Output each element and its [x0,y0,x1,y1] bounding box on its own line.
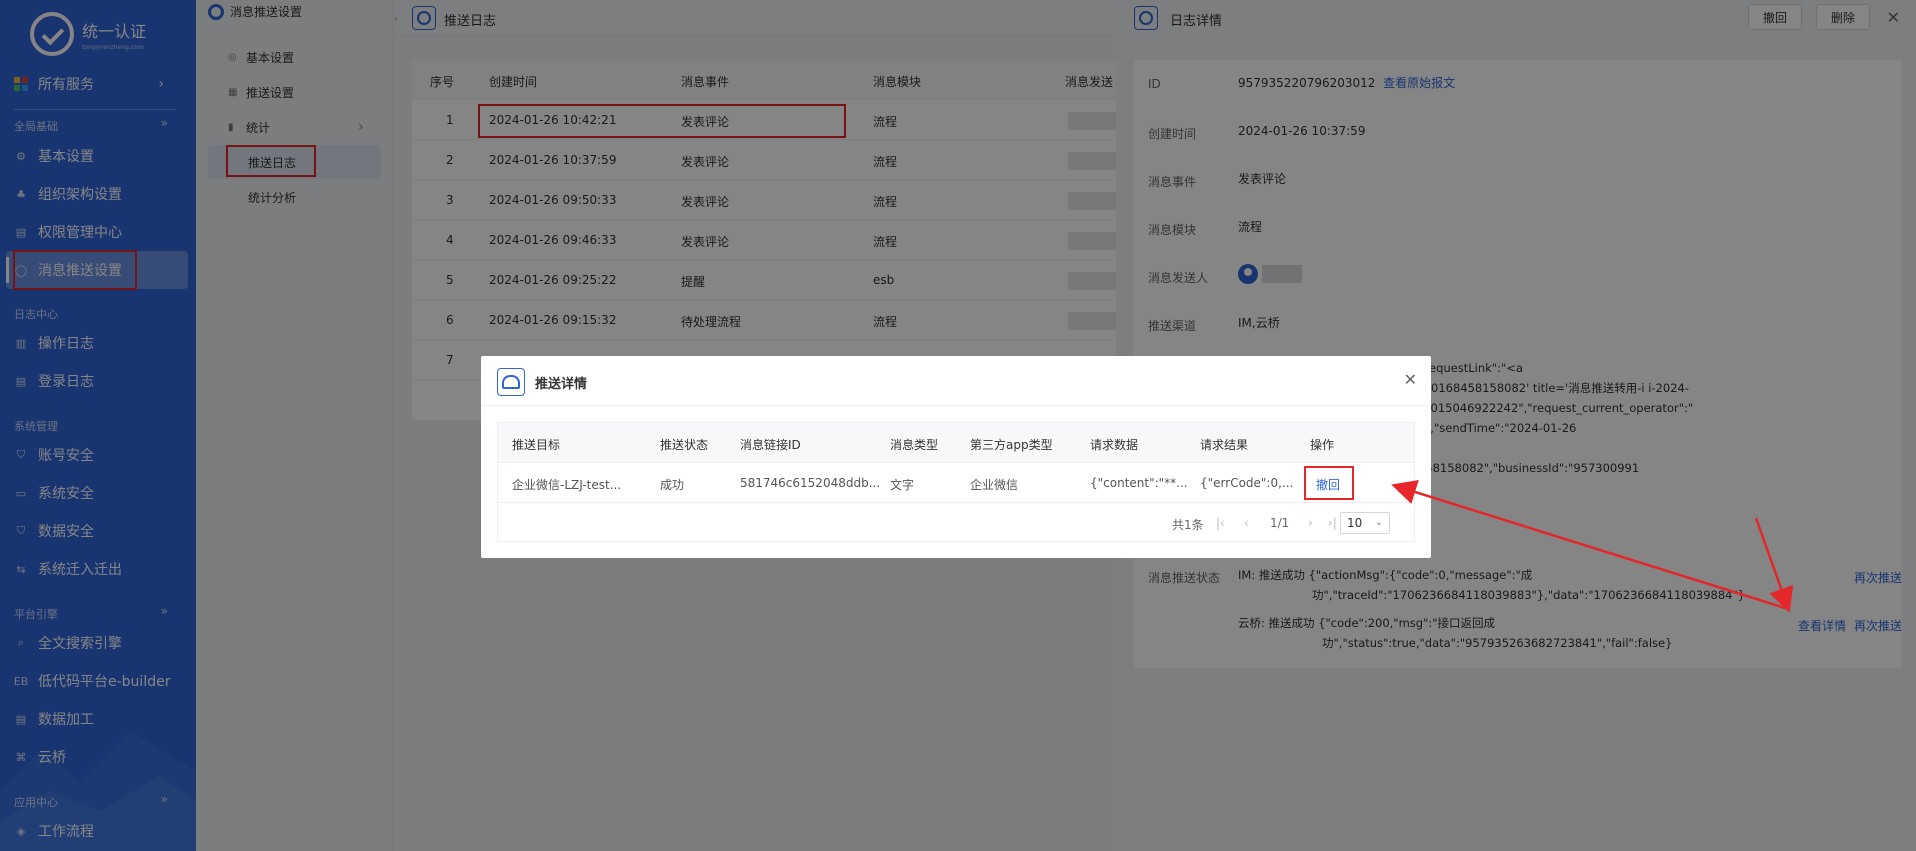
column-header: 请求数据 [1090,438,1139,452]
modal-title: 推送详情 [535,377,588,392]
cell-target: 企业微信-LZJ-test... [512,478,622,492]
column-header: 推送目标 [512,438,561,452]
cell-request-data[interactable]: {"content":"**... [1090,476,1188,490]
column-header: 消息链接ID [740,438,801,452]
cell-link-id: 581746c6152048ddb... [740,476,881,490]
page-indicator: 1/1 [1270,516,1290,530]
close-icon[interactable]: ✕ [1404,370,1417,389]
column-header: 第三方app类型 [970,438,1053,452]
table-row: 企业微信-LZJ-test... 成功 581746c6152048ddb...… [498,463,1414,503]
chevron-down-icon: ⌄ [1374,517,1383,528]
push-detail-table: 推送目标 推送状态 消息链接ID 消息类型 第三方app类型 请求数据 请求结果… [497,422,1415,542]
last-page-icon[interactable]: ›| [1328,516,1337,530]
next-page-icon[interactable]: › [1308,516,1313,530]
column-header: 操作 [1310,438,1335,452]
page-size-select[interactable]: 10 ⌄ [1340,512,1390,534]
push-icon [497,368,525,396]
cell-app-type: 企业微信 [970,478,1019,492]
cell-request-result[interactable]: {"errCode":0,... [1200,476,1293,490]
prev-page-icon[interactable]: ‹ [1244,516,1249,530]
pagination: 共1条 |‹ ‹ 1/1 › ›| 10 ⌄ [498,503,1414,543]
modal-header: 推送详情 ✕ [481,356,1431,406]
column-header: 消息类型 [890,438,939,452]
first-page-icon[interactable]: |‹ [1216,516,1225,530]
cell-msg-type: 文字 [890,478,915,492]
table-header: 推送目标 推送状态 消息链接ID 消息类型 第三方app类型 请求数据 请求结果… [498,423,1414,463]
highlight-box-revoke [1304,466,1354,500]
push-detail-modal: 推送详情 ✕ 推送目标 推送状态 消息链接ID 消息类型 第三方app类型 请求… [481,356,1431,558]
column-header: 请求结果 [1200,438,1249,452]
cell-status: 成功 [660,478,685,492]
column-header: 推送状态 [660,438,709,452]
total-count: 共1条 [1172,518,1204,532]
